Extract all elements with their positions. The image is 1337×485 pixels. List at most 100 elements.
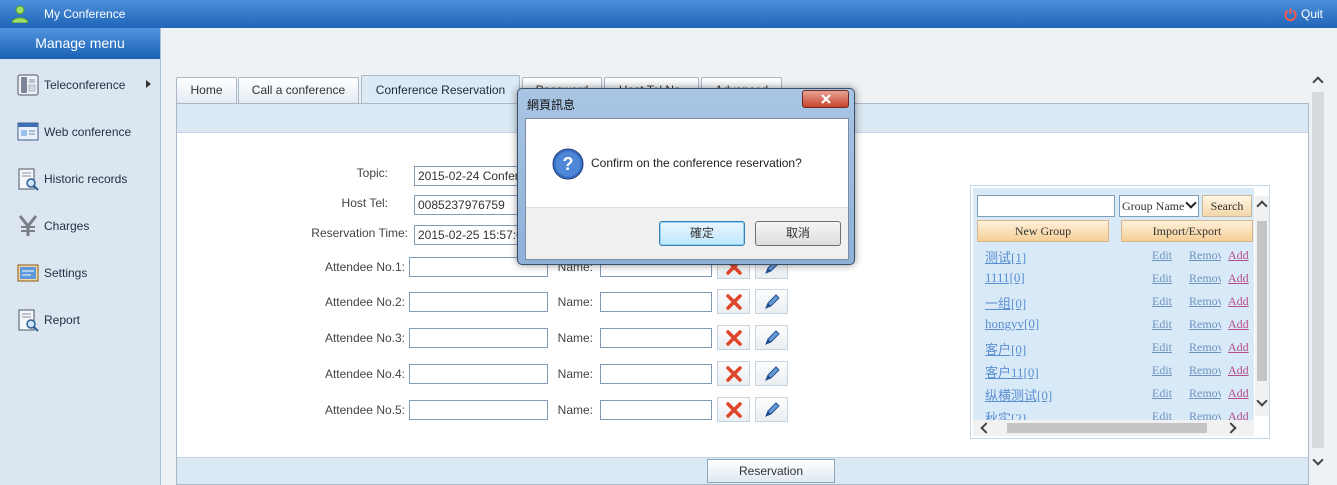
group-name-link[interactable]: 秋实[2] (985, 408, 1026, 420)
scroll-right-icon[interactable] (1225, 422, 1237, 434)
group-search-button[interactable]: Search (1202, 195, 1252, 217)
group-add-link[interactable]: Add (1228, 317, 1249, 332)
group-horizontal-scrollbar[interactable] (973, 420, 1254, 436)
group-add-link[interactable]: Add (1228, 363, 1249, 378)
group-name-link[interactable]: 一组[0] (985, 293, 1026, 312)
edit-button[interactable] (755, 397, 788, 422)
attendee-input[interactable] (409, 328, 548, 348)
scroll-up-icon[interactable] (1312, 76, 1324, 88)
group-edit-link[interactable]: Edit (1152, 340, 1172, 355)
import-export-button[interactable]: Import/Export (1121, 220, 1253, 242)
group-remove-link[interactable]: Remove (1189, 386, 1221, 401)
sidebar-item-settings[interactable]: Settings (0, 258, 160, 288)
sidebar-item-report[interactable]: Report (0, 305, 160, 335)
edit-button[interactable] (755, 325, 788, 350)
group-vertical-scrollbar[interactable] (1255, 196, 1269, 416)
tab-conference-reservation[interactable]: Conference Reservation (361, 75, 520, 103)
name-input[interactable] (600, 328, 712, 348)
group-remove-link[interactable]: Remove (1189, 363, 1221, 378)
group-remove-link[interactable]: Remove (1189, 248, 1221, 263)
attendee-input[interactable] (409, 292, 548, 312)
scroll-up-icon[interactable] (1256, 200, 1268, 212)
group-field-select[interactable]: Group Name (1119, 195, 1199, 217)
scroll-down-icon[interactable] (1312, 454, 1324, 466)
group-edit-link[interactable]: Edit (1152, 386, 1172, 401)
group-remove-link[interactable]: Remove (1189, 409, 1221, 420)
scroll-down-icon[interactable] (1256, 395, 1268, 407)
group-name-link[interactable]: 客户[0] (985, 339, 1026, 358)
group-edit-link[interactable]: Edit (1152, 409, 1172, 420)
scroll-track[interactable] (1312, 92, 1324, 448)
group-row: 客户11[0] Edit Remove Add (985, 360, 1254, 380)
attendee-input[interactable] (409, 400, 548, 420)
edit-button[interactable] (755, 361, 788, 386)
tab-call-a-conference[interactable]: Call a conference (238, 77, 359, 103)
page-scrollbar[interactable] (1309, 70, 1327, 470)
group-remove-link[interactable]: Remove (1189, 294, 1221, 309)
host-tel-input[interactable]: 0085237976759 (414, 195, 526, 215)
group-name-link[interactable]: 纵横测试[0] (985, 385, 1052, 404)
group-edit-link[interactable]: Edit (1152, 271, 1172, 286)
cancel-button[interactable]: 取消 (755, 221, 841, 246)
new-group-button[interactable]: New Group (977, 220, 1109, 242)
settings-icon (17, 264, 39, 282)
sidebar: Manage menu Teleconference Web conferenc… (0, 28, 161, 485)
name-input[interactable] (600, 364, 712, 384)
group-name-link[interactable]: 测试[1] (985, 247, 1026, 266)
group-edit-link[interactable]: Edit (1152, 294, 1172, 309)
delete-x-icon (725, 401, 742, 418)
group-row: 客户[0] Edit Remove Add (985, 337, 1254, 357)
sidebar-item-label: Settings (44, 266, 88, 280)
group-edit-link[interactable]: Edit (1152, 248, 1172, 263)
delete-button[interactable] (717, 361, 750, 386)
sidebar-item-web-conference[interactable]: Web conference (0, 117, 160, 147)
sidebar-item-charges[interactable]: Charges (0, 211, 160, 241)
group-add-link[interactable]: Add (1228, 271, 1249, 286)
group-name-link[interactable]: hongyv[0] (985, 316, 1039, 332)
edit-button[interactable] (755, 289, 788, 314)
name-input[interactable] (600, 400, 712, 420)
sidebar-item-teleconference[interactable]: Teleconference (0, 70, 160, 100)
group-row: 测试[1] Edit Remove Add (985, 245, 1254, 265)
attendee-label: Attendee No.1: (324, 260, 405, 274)
group-edit-link[interactable]: Edit (1152, 363, 1172, 378)
reservation-button[interactable]: Reservation (707, 459, 835, 483)
delete-button[interactable] (717, 289, 750, 314)
delete-button[interactable] (717, 397, 750, 422)
web-icon (17, 122, 39, 141)
delete-x-icon (725, 365, 742, 382)
group-edit-link[interactable]: Edit (1152, 317, 1172, 332)
group-search-input[interactable] (977, 195, 1115, 217)
search-doc-icon (18, 168, 39, 191)
group-remove-link[interactable]: Remove (1189, 271, 1221, 286)
scroll-thumb[interactable] (1257, 221, 1267, 381)
scroll-left-icon[interactable] (980, 422, 992, 434)
group-add-link[interactable]: Add (1228, 386, 1249, 401)
group-name-link[interactable]: 客户11[0] (985, 362, 1039, 381)
group-panel: Group Name Search New Group Import/Expor… (970, 185, 1270, 439)
ok-button[interactable]: 確定 (659, 221, 745, 246)
group-name-link[interactable]: 1111[0] (985, 270, 1025, 286)
topic-input[interactable]: 2015-02-24 Conference (414, 166, 526, 186)
group-add-link[interactable]: Add (1228, 409, 1249, 420)
power-icon (1284, 7, 1297, 21)
quit-button[interactable]: Quit (1284, 7, 1323, 21)
group-add-link[interactable]: Add (1228, 248, 1249, 263)
sidebar-item-label: Teleconference (44, 78, 126, 92)
group-add-link[interactable]: Add (1228, 340, 1249, 355)
group-remove-link[interactable]: Remove (1189, 317, 1221, 332)
reservation-time-label: Reservation Time: (311, 226, 408, 240)
dialog-message: Confirm on the conference reservation? (591, 156, 802, 170)
group-add-link[interactable]: Add (1228, 294, 1249, 309)
reservation-time-input[interactable]: 2015-02-25 15:57:00 (414, 225, 526, 245)
tab-home[interactable]: Home (176, 77, 237, 103)
pen-icon (764, 365, 780, 381)
group-remove-link[interactable]: Remove (1189, 340, 1221, 355)
sidebar-item-historic-records[interactable]: Historic records (0, 164, 160, 194)
attendee-input[interactable] (409, 364, 548, 384)
scroll-thumb[interactable] (1007, 423, 1207, 433)
pen-icon (764, 293, 780, 309)
name-input[interactable] (600, 292, 712, 312)
delete-button[interactable] (717, 325, 750, 350)
dialog-close-button[interactable] (802, 90, 849, 108)
